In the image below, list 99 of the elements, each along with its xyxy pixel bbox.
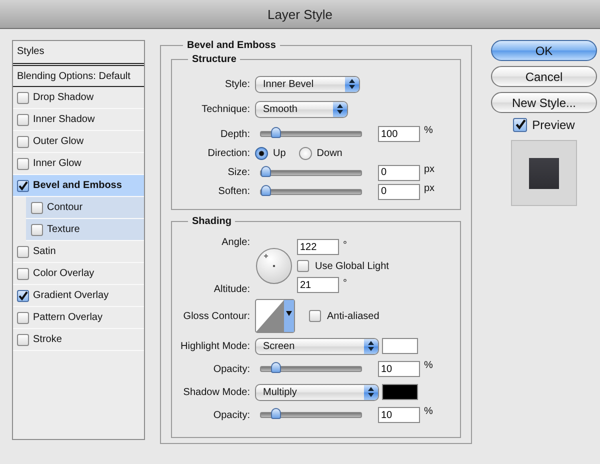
number-field[interactable]: 100 <box>378 126 420 142</box>
contour-picker[interactable] <box>255 299 295 333</box>
field-label: Opacity: <box>212 410 251 420</box>
sidebar-item[interactable]: Satin <box>13 241 144 263</box>
unit-label: % <box>424 360 433 371</box>
checkbox[interactable] <box>17 246 29 258</box>
sidebar-item[interactable]: Contour <box>26 197 144 219</box>
radio-button[interactable] <box>298 147 312 160</box>
group-title: Shading <box>191 216 232 227</box>
field-label: Style: <box>224 78 251 90</box>
sidebar-item[interactable]: Gradient Overlay <box>13 285 144 307</box>
option-label: Up <box>273 148 286 159</box>
item-label: Gradient Overlay <box>33 290 109 301</box>
checkbox-label: Anti-aliased <box>327 310 380 322</box>
checkbox[interactable] <box>17 334 29 346</box>
sidebar-item[interactable]: Texture <box>26 219 144 241</box>
sidebar-item[interactable]: Inner Shadow <box>13 109 144 131</box>
color-swatch[interactable] <box>382 384 418 400</box>
dialog-button[interactable]: Cancel <box>491 66 597 87</box>
field-label: Shadow Mode: <box>182 386 251 398</box>
style-preview-square <box>529 158 559 188</box>
checkbox[interactable] <box>309 310 321 322</box>
checkbox-label: Preview <box>532 118 575 132</box>
field-label: Opacity: <box>212 364 251 374</box>
checkbox[interactable] <box>17 92 29 104</box>
slider-thumb[interactable] <box>261 166 271 176</box>
checkbox[interactable] <box>17 180 29 192</box>
item-label: Outer Glow <box>33 136 84 147</box>
slider-thumb[interactable] <box>271 408 281 419</box>
window-title: Layer Style <box>267 6 333 22</box>
checkbox[interactable] <box>31 224 43 236</box>
style-dropdown[interactable]: Inner Bevel <box>255 76 360 92</box>
group-title: Structure <box>191 54 238 65</box>
item-label: Texture <box>47 224 80 235</box>
angle-dial[interactable] <box>255 247 293 285</box>
unit-label: px <box>424 183 435 194</box>
item-label: Stroke <box>33 334 62 345</box>
item-label: Inner Glow <box>33 158 82 169</box>
list-header: Styles <box>13 41 144 66</box>
stepper-arrows-icon <box>364 338 378 354</box>
slider-thumb[interactable] <box>271 362 281 373</box>
sidebar-item[interactable]: Drop Shadow <box>13 87 144 109</box>
panel-title: Bevel and Emboss <box>186 40 277 51</box>
sidebar-item[interactable]: Blending Options: Default <box>13 66 144 87</box>
radio-button[interactable] <box>255 147 268 160</box>
number-field[interactable]: 122 <box>297 239 339 255</box>
field-label: Direction: <box>206 148 251 159</box>
checkbox[interactable] <box>17 114 29 126</box>
unit-label: ° <box>343 240 347 250</box>
item-label: Color Overlay <box>33 268 94 279</box>
checkbox[interactable] <box>17 312 29 324</box>
field-label: Highlight Mode: <box>180 340 251 352</box>
slider-thumb[interactable] <box>261 184 271 196</box>
field-label: Size: <box>226 167 251 178</box>
slider-thumb[interactable] <box>271 127 281 138</box>
checkbox[interactable] <box>31 202 43 214</box>
checkbox-label: Use Global Light <box>315 260 389 272</box>
item-label: Inner Shadow <box>33 114 95 125</box>
item-label: Drop Shadow <box>33 92 94 103</box>
item-label: Bevel and Emboss <box>33 180 122 191</box>
checkbox[interactable] <box>17 136 29 148</box>
sidebar-item[interactable]: Pattern Overlay <box>13 307 144 329</box>
stepper-arrows-icon <box>364 384 378 400</box>
dialog-button[interactable]: New Style... <box>491 92 597 113</box>
item-label: Pattern Overlay <box>33 312 102 323</box>
stepper-arrows-icon <box>345 76 359 92</box>
stepper-arrows-icon <box>333 102 347 116</box>
checkbox[interactable] <box>17 268 29 280</box>
unit-label: % <box>424 125 433 136</box>
color-swatch[interactable] <box>382 338 418 354</box>
number-field[interactable]: 21 <box>297 277 339 293</box>
sidebar-item[interactable]: Bevel and Emboss <box>13 175 144 197</box>
field-label: Angle: <box>220 237 251 248</box>
unit-label: px <box>424 164 435 175</box>
option-label: Down <box>316 148 342 159</box>
blend-mode-dropdown[interactable]: Multiply <box>255 384 379 400</box>
field-label: Altitude: <box>212 284 251 295</box>
ok-button[interactable]: OK <box>491 40 597 61</box>
field-label: Gloss Contour: <box>182 310 251 322</box>
unit-label: % <box>424 406 433 417</box>
item-label: Satin <box>33 246 56 257</box>
field-label: Soften: <box>217 186 251 197</box>
sidebar-item[interactable]: Outer Glow <box>13 131 144 153</box>
sidebar-item[interactable]: Color Overlay <box>13 263 144 285</box>
checkbox[interactable] <box>17 290 29 302</box>
number-field[interactable]: 0 <box>378 164 420 180</box>
checkbox[interactable] <box>17 158 29 170</box>
sidebar-item[interactable]: Stroke <box>13 329 144 351</box>
checkbox[interactable] <box>297 260 309 272</box>
unit-label: ° <box>343 278 347 288</box>
blend-mode-dropdown[interactable]: Screen <box>255 338 379 354</box>
technique-dropdown[interactable]: Smooth <box>255 100 348 118</box>
field-label: Technique: <box>200 104 251 114</box>
item-label: Contour <box>47 202 83 213</box>
number-field[interactable]: 10 <box>378 361 420 377</box>
number-field[interactable]: 0 <box>378 184 420 200</box>
checkbox[interactable] <box>513 118 528 132</box>
number-field[interactable]: 10 <box>378 407 420 423</box>
field-label: Depth: <box>220 128 251 140</box>
